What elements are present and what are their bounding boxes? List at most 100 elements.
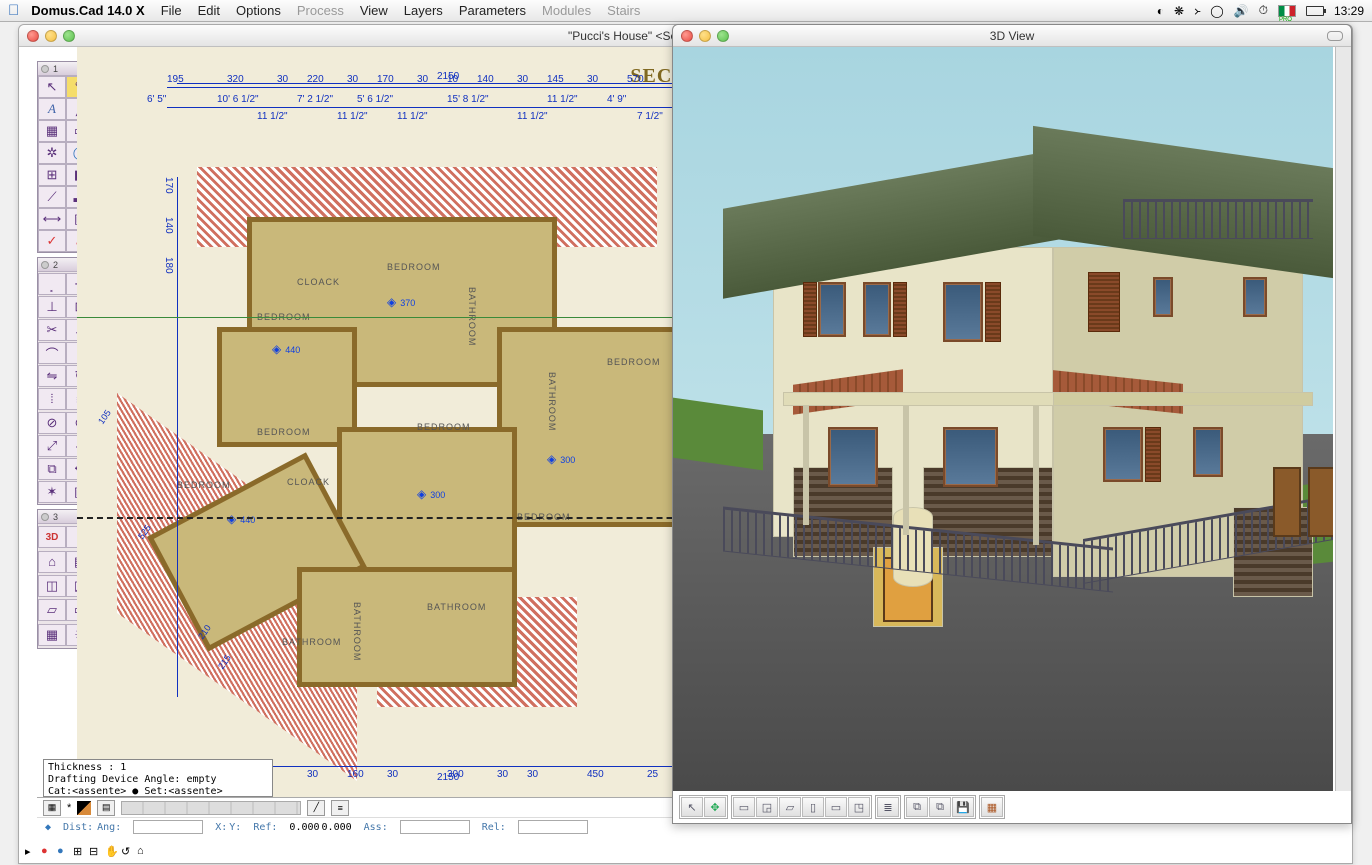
toolbar-toggle-icon[interactable] xyxy=(1327,31,1343,41)
copy-tool[interactable]: ⧉ xyxy=(38,458,66,480)
break-tool[interactable]: ⊘ xyxy=(38,412,66,434)
color-swatch[interactable] xyxy=(77,801,91,815)
3d-view-titlebar[interactable]: 3D View xyxy=(673,25,1351,47)
dim-value: 15' 8 1/2" xyxy=(447,94,489,105)
flag-tool[interactable]: ✓ xyxy=(38,230,66,252)
zoom-button[interactable] xyxy=(717,30,729,42)
view-front-icon[interactable]: ▭ xyxy=(733,797,755,817)
save-view-icon[interactable]: 💾 xyxy=(952,797,974,817)
material-tool[interactable]: ▦ xyxy=(38,624,66,646)
view-top-icon[interactable]: ▱ xyxy=(779,797,801,817)
dim-value: 11 1/2" xyxy=(337,111,368,122)
rel-label: Rel: xyxy=(482,822,506,833)
ass-field[interactable] xyxy=(400,820,470,834)
menu-view[interactable]: View xyxy=(360,3,388,18)
menu-file[interactable]: File xyxy=(161,3,182,18)
display-icon[interactable]: ◯ xyxy=(1210,4,1223,18)
duplicate-view-icon[interactable]: ⧉ xyxy=(929,797,951,817)
palette-collapse-icon[interactable] xyxy=(41,261,49,269)
y-value: 0.000 xyxy=(322,822,352,833)
micro-tool[interactable]: ⊞ xyxy=(73,845,87,859)
clock-icon[interactable]: ⏱ xyxy=(1259,3,1268,18)
close-button[interactable] xyxy=(27,30,39,42)
building-model xyxy=(733,127,1293,647)
hatch-tool[interactable]: ▦ xyxy=(38,120,66,142)
fillet-tool[interactable]: ⌒ xyxy=(38,342,66,364)
linestyle-icon[interactable]: ╱ xyxy=(307,800,325,816)
micro-tool[interactable]: ↺ xyxy=(121,845,135,859)
wireframe-tool[interactable]: ▱ xyxy=(38,599,66,621)
battery-icon[interactable] xyxy=(1306,6,1324,16)
micro-tool[interactable]: ⊟ xyxy=(89,845,103,859)
home-tool[interactable]: ⌂ xyxy=(38,551,66,573)
3d-toolbar: ↖ ✥ ▭ ◲ ▱ ▯ ▭ ◳ ≣ ⧉ ⧉ 💾 ▦ xyxy=(679,795,1005,819)
material-icon[interactable]: ▦ xyxy=(981,797,1003,817)
volume-icon[interactable]: 🔊 xyxy=(1234,4,1249,18)
micro-tool[interactable]: ✋ xyxy=(105,845,119,859)
bluetooth-icon[interactable]: ᚛ xyxy=(1194,4,1200,18)
render-tool[interactable]: ◫ xyxy=(38,575,66,597)
copy-view-icon[interactable]: ⧉ xyxy=(906,797,928,817)
menu-layers[interactable]: Layers xyxy=(404,3,443,18)
dist-field[interactable] xyxy=(133,820,203,834)
pattern-slider[interactable] xyxy=(121,801,301,815)
view-back-icon[interactable]: ▭ xyxy=(825,797,847,817)
input-flag-icon[interactable] xyxy=(1278,5,1296,17)
symbol-tool[interactable]: ✲ xyxy=(38,142,66,164)
rel-field[interactable] xyxy=(518,820,588,834)
view-persp-icon[interactable]: ◳ xyxy=(848,797,870,817)
dim-value: 30 xyxy=(387,769,398,780)
3d-view-tool[interactable]: 3D xyxy=(38,526,66,548)
minimize-button[interactable] xyxy=(699,30,711,42)
micro-tool[interactable]: ⌂ xyxy=(137,845,151,859)
roof-tool[interactable]: ⟋ xyxy=(38,186,66,208)
scale-tool[interactable]: ⤢ xyxy=(38,435,66,457)
micro-tool[interactable]: ● xyxy=(57,845,71,859)
menu-parameters[interactable]: Parameters xyxy=(459,3,526,18)
text-tool[interactable]: A xyxy=(38,98,66,120)
menulet-icon[interactable]: ◐ xyxy=(1157,4,1164,18)
window-tool[interactable]: ⊞ xyxy=(38,164,66,186)
dim-value: 30 xyxy=(347,74,358,85)
zoom-button[interactable] xyxy=(63,30,75,42)
dim-value: 30 xyxy=(587,74,598,85)
view-iso-icon[interactable]: ◲ xyxy=(756,797,778,817)
trim-tool[interactable]: ✂ xyxy=(38,319,66,341)
measure-tool[interactable]: ⟷ xyxy=(38,208,66,230)
ortho-tool[interactable]: ⊥ xyxy=(38,296,66,318)
menu-modules[interactable]: Modules xyxy=(542,3,591,18)
layers-3d-icon[interactable]: ≣ xyxy=(877,797,899,817)
3d-view-window: 3D View xyxy=(672,24,1352,824)
room-label: BEDROOM xyxy=(177,480,231,490)
toggle-icon[interactable]: ▦ xyxy=(43,800,61,816)
select-tool[interactable]: ↖ xyxy=(38,76,66,98)
palette-collapse-icon[interactable] xyxy=(41,65,49,73)
select-3d-tool[interactable]: ↖ xyxy=(681,797,703,817)
fill-icon[interactable]: ▤ xyxy=(97,800,115,816)
lineweight-icon[interactable]: ≡ xyxy=(331,800,349,816)
minimize-button[interactable] xyxy=(45,30,57,42)
snap-end-tool[interactable]: ⸼ xyxy=(38,273,66,295)
apple-menu-icon[interactable]:  xyxy=(8,2,19,19)
close-button[interactable] xyxy=(681,30,693,42)
app-name[interactable]: Domus.Cad 14.0 X xyxy=(31,3,144,18)
menubar-clock[interactable]: 13:29 xyxy=(1334,4,1364,18)
array-tool[interactable]: ⦙ xyxy=(38,388,66,410)
menu-stairs[interactable]: Stairs xyxy=(607,3,640,18)
palette-collapse-icon[interactable] xyxy=(41,513,49,521)
menu-options[interactable]: Options xyxy=(236,3,281,18)
3d-viewport[interactable] xyxy=(673,47,1333,791)
menubar:  Domus.Cad 14.0 X File Edit Options Pro… xyxy=(0,0,1372,22)
mirror-tool[interactable]: ⇋ xyxy=(38,365,66,387)
menu-process[interactable]: Process xyxy=(297,3,344,18)
menulet-icon[interactable]: ❋ xyxy=(1174,4,1184,18)
x-label: X: xyxy=(215,822,227,833)
vertical-scrollbar[interactable] xyxy=(1335,47,1351,791)
explode-tool[interactable]: ✶ xyxy=(38,481,66,503)
menu-edit[interactable]: Edit xyxy=(198,3,220,18)
marker-icon[interactable]: ◆ xyxy=(45,822,51,833)
micro-tool[interactable]: ▸ xyxy=(25,845,39,859)
view-side-icon[interactable]: ▯ xyxy=(802,797,824,817)
pan-3d-tool[interactable]: ✥ xyxy=(704,797,726,817)
micro-tool[interactable]: ● xyxy=(41,845,55,859)
